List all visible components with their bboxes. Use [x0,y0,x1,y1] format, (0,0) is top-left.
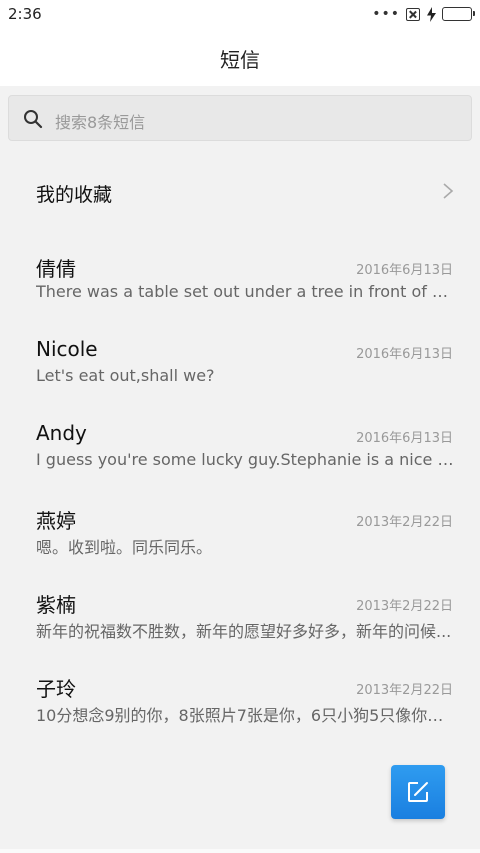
conversation-item[interactable]: 紫楠 2013年2月22日 新年的祝福数不胜数，新年的愿望好多好多，新年的问候.… [0,576,480,660]
favorites-row[interactable]: 我的收藏 [0,160,480,224]
contact-name: 子玲 [36,677,76,701]
search-input[interactable]: 搜索8条短信 [8,95,472,141]
message-date: 2016年6月13日 [356,431,453,446]
message-date: 2016年6月13日 [356,347,453,362]
conversation-item[interactable]: 子玲 2013年2月22日 10分想念9别的你，8张照片7张是你，6只小狗5只像… [0,660,480,744]
contact-name: 燕婷 [36,509,76,533]
message-date: 2013年2月22日 [356,515,453,530]
message-preview: 嗯。收到啦。同乐同乐。 [36,538,213,557]
contact-name: Nicole [36,337,98,361]
conversation-list: 倩倩 2016年6月13日 There was a table set out … [0,240,480,744]
compose-button[interactable] [391,765,445,819]
status-bar: 2:36 ••• [0,0,480,28]
contact-name: 紫楠 [36,593,76,617]
bottom-strip [0,849,480,853]
conversation-item[interactable]: 倩倩 2016年6月13日 There was a table set out … [0,240,480,324]
status-icons: ••• [372,6,475,22]
message-date: 2016年6月13日 [356,263,453,278]
message-preview: 新年的祝福数不胜数，新年的愿望好多好多，新年的问候... [36,622,452,641]
status-time: 2:36 [8,5,42,23]
more-dots-icon: ••• [372,6,400,22]
battery-icon [442,7,475,21]
message-preview: There was a table set out under a tree i… [36,282,454,301]
no-sim-icon [406,7,420,21]
conversation-item[interactable]: Andy 2016年6月13日 I guess you're some luck… [0,408,480,492]
chevron-right-icon [442,182,454,200]
charging-bolt-icon [426,6,436,22]
favorites-label: 我的收藏 [36,184,113,206]
sms-screen: 2:36 ••• 短信 搜索8条短信 我的收藏 倩倩 2016年6月13日 Th… [0,0,480,853]
compose-icon [407,781,429,803]
conversation-item[interactable]: Nicole 2016年6月13日 Let's eat out,shall we… [0,324,480,408]
message-preview: I guess you're some lucky guy.Stephanie … [36,450,454,469]
message-date: 2013年2月22日 [356,683,453,698]
header: 短信 [0,28,480,86]
page-title: 短信 [220,48,260,72]
search-placeholder: 搜索8条短信 [55,113,146,132]
contact-name: 倩倩 [36,257,76,281]
conversation-item[interactable]: 燕婷 2013年2月22日 嗯。收到啦。同乐同乐。 [0,492,480,576]
contact-name: Andy [36,421,87,445]
message-preview: Let's eat out,shall we? [36,366,215,385]
search-icon [23,109,43,129]
message-date: 2013年2月22日 [356,599,453,614]
message-preview: 10分想念9别的你，8张照片7张是你，6只小狗5只像你，4... [36,706,454,725]
